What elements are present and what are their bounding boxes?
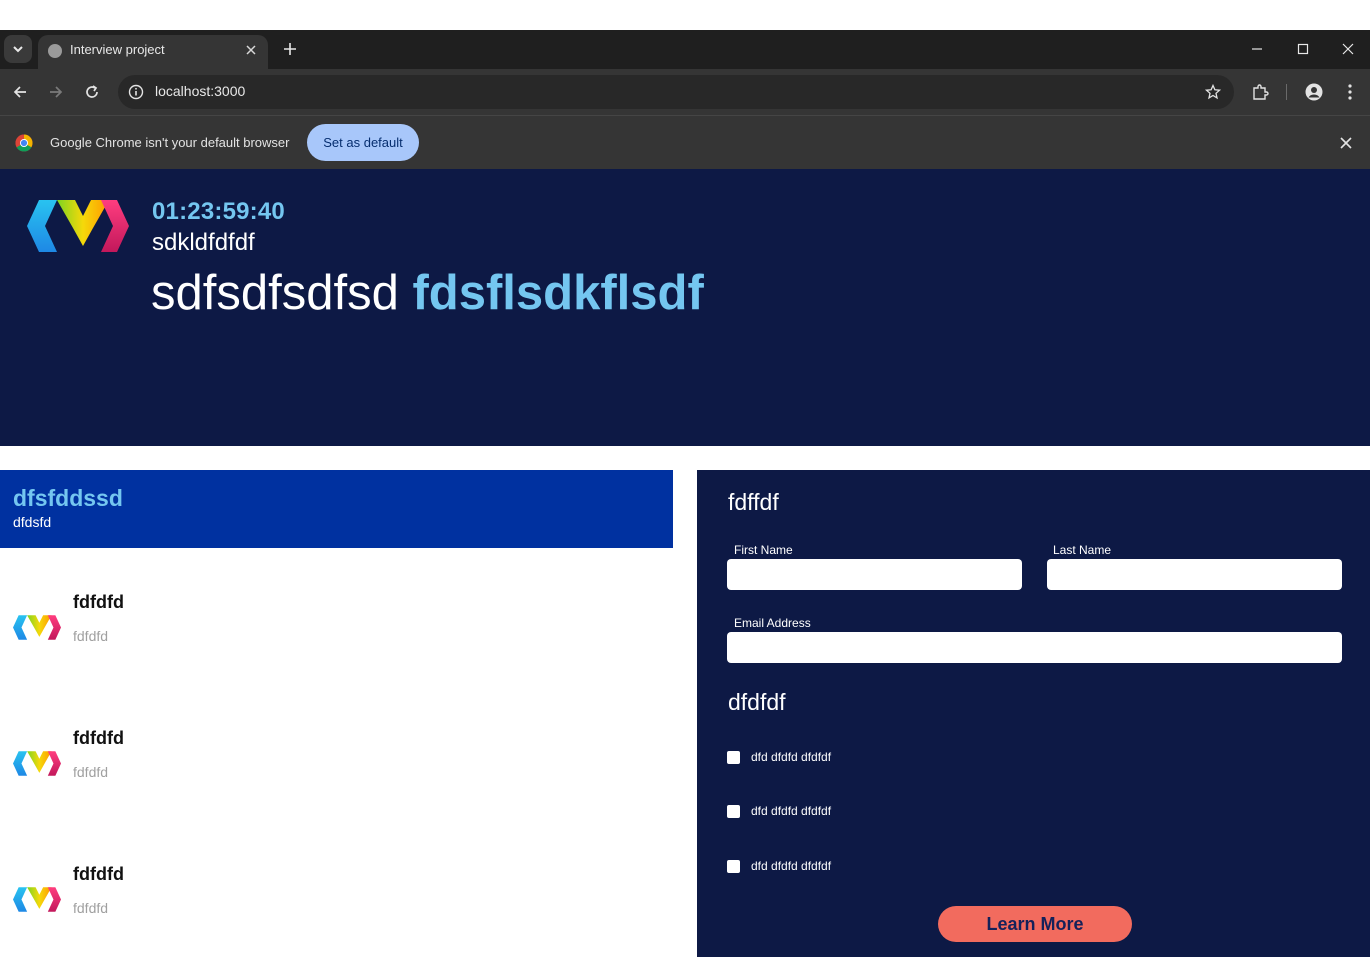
browser-tab[interactable]: Interview project: [38, 35, 268, 69]
list-item: fdfdfd fdfdfd: [0, 590, 673, 670]
brand-logo-icon: [13, 751, 61, 776]
hero-subtitle: sdkldfdfdf: [152, 229, 255, 256]
email-label: Email Address: [734, 616, 811, 630]
checkbox[interactable]: [727, 751, 740, 764]
checkbox-label[interactable]: dfd dfdfd dfdfdf: [751, 750, 831, 764]
last-name-label: Last Name: [1053, 543, 1112, 557]
checkbox-label[interactable]: dfd dfdfd dfdfdf: [751, 804, 831, 818]
checkbox-label[interactable]: dfd dfdfd dfdfdf: [751, 859, 831, 873]
tab-search-button[interactable]: [4, 35, 32, 63]
profile-button[interactable]: [1300, 78, 1328, 106]
default-browser-infobar: Google Chrome isn't your default browser…: [0, 115, 1370, 169]
toolbar-divider: [1286, 84, 1287, 100]
menu-button[interactable]: [1336, 78, 1364, 106]
countdown-timer: 01:23:59:40: [152, 198, 285, 225]
learn-more-button[interactable]: Learn More: [938, 906, 1132, 942]
new-tab-button[interactable]: [280, 37, 300, 61]
avatar-icon: [1305, 83, 1323, 101]
url-text[interactable]: localhost:3000: [155, 83, 245, 99]
options-heading: dfdfdf: [728, 689, 786, 715]
tab-close-button[interactable]: [242, 41, 260, 59]
list-item: fdfdfd fdfdfd: [0, 862, 673, 942]
left-panel-header: dfsfddssd dfdsfd: [0, 470, 673, 548]
address-bar[interactable]: localhost:3000: [118, 75, 1234, 109]
list-item-subtitle: fdfdfd: [73, 764, 109, 780]
left-panel-title: dfsfddssd: [13, 485, 123, 511]
first-name-field[interactable]: [727, 559, 1022, 590]
signup-form: fdffdf First Name Last Name Email Addres…: [697, 470, 1370, 957]
checkbox[interactable]: [727, 805, 740, 818]
chrome-logo-icon: [15, 134, 33, 152]
first-name-label: First Name: [734, 543, 793, 557]
puzzle-icon: [1253, 84, 1269, 100]
bookmark-star-icon[interactable]: [1202, 81, 1224, 103]
kebab-menu-icon: [1348, 84, 1352, 100]
hero-banner: 01:23:59:40 sdkldfdfdf sdfsdfsdfsd fdsfl…: [0, 169, 1370, 446]
list-item-subtitle: fdfdfd: [73, 900, 109, 916]
list-item: fdfdfd fdfdfd: [0, 726, 673, 806]
close-icon: [246, 45, 256, 55]
close-icon: [1340, 137, 1352, 149]
browser-toolbar: localhost:3000: [0, 69, 1370, 115]
list-item-subtitle: fdfdfd: [73, 628, 109, 644]
list-item-title: fdfdfd: [73, 864, 124, 884]
brand-logo-icon: [13, 887, 61, 912]
maximize-icon: [1297, 43, 1309, 55]
list-item-title: fdfdfd: [73, 728, 124, 748]
minimize-button[interactable]: [1234, 33, 1280, 65]
reload-button[interactable]: [78, 78, 106, 106]
tab-bar: Interview project: [0, 30, 1370, 69]
left-panel-subtitle: dfdsfd: [13, 514, 52, 530]
last-name-field[interactable]: [1047, 559, 1342, 590]
hero-title-plain: sdfsdfsdfsd: [151, 266, 399, 320]
close-icon: [1342, 43, 1354, 55]
plus-icon: [284, 43, 296, 55]
infobar-message: Google Chrome isn't your default browser: [50, 135, 290, 150]
back-button[interactable]: [6, 78, 34, 106]
form-heading: fdffdf: [728, 489, 779, 515]
set-as-default-button[interactable]: Set as default: [307, 124, 419, 161]
arrow-right-icon: [50, 86, 63, 98]
globe-icon: [48, 44, 62, 58]
email-field[interactable]: [727, 632, 1342, 663]
chevron-down-icon: [13, 46, 23, 53]
checkbox[interactable]: [727, 860, 740, 873]
arrow-left-icon: [13, 86, 26, 98]
list-item-title: fdfdfd: [73, 592, 124, 612]
brand-logo-icon: [13, 615, 61, 640]
brand-logo-icon: [27, 200, 129, 252]
extensions-button[interactable]: [1246, 78, 1274, 106]
minimize-icon: [1252, 48, 1262, 50]
top-strip: [0, 0, 1370, 30]
infobar-close-button[interactable]: [1336, 133, 1356, 153]
maximize-button[interactable]: [1280, 33, 1326, 65]
hero-title: sdfsdfsdfsd fdsflsdkflsdf: [151, 265, 704, 321]
site-info-icon[interactable]: [126, 82, 146, 102]
tab-title: Interview project: [70, 42, 165, 57]
window-close-button[interactable]: [1325, 33, 1370, 65]
reload-icon: [86, 85, 98, 98]
hero-title-accent: fdsflsdkflsdf: [412, 266, 704, 320]
forward-button[interactable]: [42, 78, 70, 106]
